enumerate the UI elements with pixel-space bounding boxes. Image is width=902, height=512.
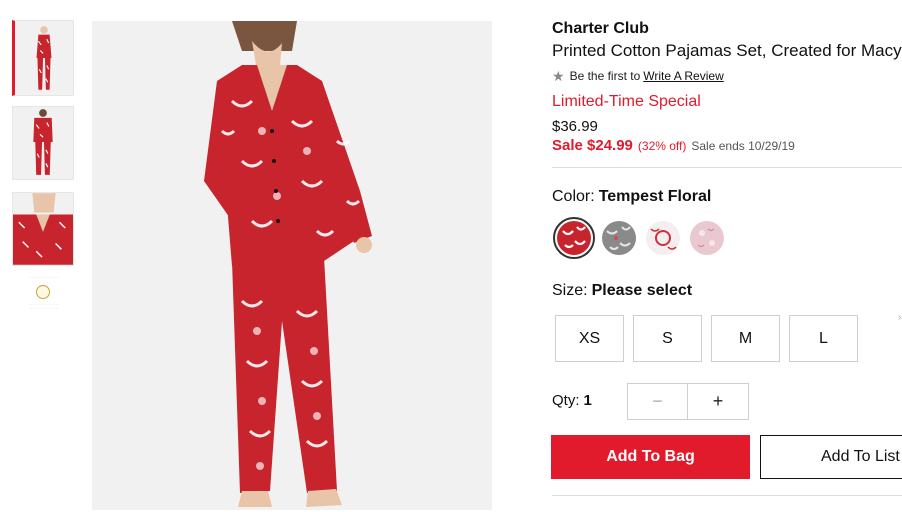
- swatch-pattern: [646, 221, 680, 255]
- sale-row: Sale $24.99 (32% off) Sale ends 10/29/19: [552, 137, 795, 154]
- sale-end-date: Sale ends 10/29/19: [691, 139, 795, 153]
- thumbnail-3[interactable]: [12, 192, 74, 266]
- color-swatch-gray-floral[interactable]: [602, 221, 636, 255]
- thumbnail-column: ······························ ·········…: [0, 0, 80, 512]
- discount-percent: (32% off): [637, 139, 687, 153]
- thumbnail-image: [13, 193, 73, 265]
- add-to-list-button[interactable]: Add To List: [760, 435, 902, 479]
- divider: [552, 167, 902, 168]
- color-swatch-tempest-floral[interactable]: [553, 217, 595, 259]
- review-row: ★ Be the first to Write A Review: [552, 69, 724, 83]
- selected-color: Tempest Floral: [598, 188, 712, 205]
- review-prompt: Be the first to: [569, 69, 641, 83]
- swatch-pattern: [557, 221, 591, 255]
- size-option-l[interactable]: L: [789, 315, 858, 362]
- color-swatch-white-red-floral[interactable]: [646, 221, 680, 255]
- color-label: Color:: [552, 188, 595, 205]
- divider: [552, 495, 902, 496]
- fine-print-text: ······························ ··········…: [29, 302, 59, 310]
- swatch-pattern: [690, 221, 724, 255]
- size-option-s[interactable]: S: [633, 315, 702, 362]
- model-wearing-pajamas-image: [92, 21, 492, 510]
- quantity-stepper: − +: [627, 383, 749, 420]
- color-label-row: Color: Tempest Floral: [552, 188, 711, 206]
- product-info-panel: Charter Club Printed Cotton Pajamas Set,…: [551, 0, 902, 512]
- promo-label: Limited-Time Special: [552, 93, 701, 110]
- size-option-m[interactable]: M: [711, 315, 780, 362]
- quantity-label: Qty:: [552, 392, 580, 409]
- brand-name[interactable]: Charter Club: [552, 20, 649, 38]
- certification-badge-icon: [36, 285, 50, 299]
- quantity-value: 1: [583, 392, 592, 409]
- quantity-decrease-button[interactable]: −: [628, 384, 688, 419]
- star-icon: ★: [552, 68, 565, 84]
- thumbnail-image: [13, 107, 73, 179]
- original-price: $36.99: [552, 118, 598, 135]
- size-scroll-arrow-icon[interactable]: ›: [898, 312, 901, 323]
- fine-print-text: ······························: [29, 275, 59, 279]
- size-selection-status: Please select: [591, 282, 693, 299]
- add-to-bag-button[interactable]: Add To Bag: [551, 435, 750, 479]
- size-option-xs[interactable]: XS: [555, 315, 624, 362]
- size-label: Size:: [552, 282, 588, 299]
- quantity-increase-button[interactable]: +: [688, 384, 748, 419]
- color-swatch-pink-print[interactable]: [690, 221, 724, 255]
- main-product-image[interactable]: [92, 21, 492, 510]
- sale-price: Sale $24.99: [552, 137, 633, 154]
- thumbnail-1[interactable]: [12, 20, 74, 96]
- quantity-label-row: Qty: 1: [552, 392, 592, 409]
- write-review-link[interactable]: Write A Review: [643, 69, 723, 83]
- size-label-row: Size: Please select: [552, 282, 692, 300]
- swatch-pattern: [602, 221, 636, 255]
- thumbnail-2[interactable]: [12, 106, 74, 180]
- product-title: Printed Cotton Pajamas Set, Created for …: [552, 41, 902, 60]
- thumbnail-image: [15, 22, 73, 94]
